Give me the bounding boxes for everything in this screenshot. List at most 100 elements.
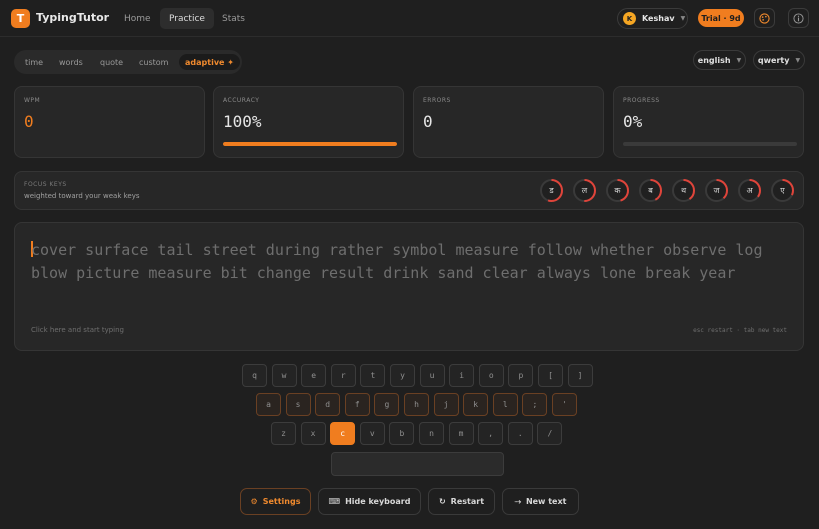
- top-bar: T TypingTutor Home Practice Stats K Kesh…: [0, 0, 819, 37]
- key[interactable]: .: [507, 422, 533, 445]
- focus-key: अ: [737, 178, 762, 203]
- progress-value: 0%: [623, 112, 643, 131]
- nav-home[interactable]: Home: [115, 8, 160, 29]
- key[interactable]: j: [433, 393, 459, 416]
- progress-label: PROGRESS: [623, 97, 660, 104]
- key[interactable]: ]: [567, 364, 593, 387]
- key[interactable]: q: [242, 364, 267, 387]
- mode-time[interactable]: time: [19, 54, 49, 70]
- wpm-label: WPM: [24, 97, 41, 104]
- key[interactable]: a: [256, 393, 281, 416]
- focus-key: ए: [770, 178, 795, 203]
- text-line-1-content: cover surface tail street during rather …: [31, 241, 763, 259]
- key[interactable]: e: [301, 364, 327, 387]
- new-text-button[interactable]: ⤑ New text: [502, 488, 579, 515]
- settings-button[interactable]: ⚙ Settings: [240, 488, 311, 515]
- mode-quote[interactable]: quote: [94, 54, 129, 70]
- restart-button[interactable]: ↻ Restart: [428, 488, 495, 515]
- settings-label: Settings: [262, 497, 301, 506]
- key[interactable]: h: [404, 393, 429, 416]
- mode-custom[interactable]: custom: [133, 54, 174, 70]
- key[interactable]: b: [389, 422, 415, 445]
- gear-icon: ⚙: [250, 497, 258, 506]
- hide-keyboard-label: Hide keyboard: [345, 497, 411, 506]
- key[interactable]: z: [271, 422, 296, 445]
- key[interactable]: w: [271, 364, 297, 387]
- key[interactable]: i: [449, 364, 475, 387]
- focus-key-char: थ: [680, 186, 687, 195]
- key[interactable]: o: [478, 364, 504, 387]
- typing-hint: Click here and start typing: [31, 326, 124, 334]
- focus-keys-subtitle: weighted toward your weak keys: [24, 192, 140, 200]
- language-value: english: [697, 55, 731, 65]
- keyboard-icon: ⌨: [328, 497, 341, 506]
- nav-practice[interactable]: Practice: [160, 8, 214, 29]
- app-name: TypingTutor: [36, 11, 110, 24]
- accuracy-bar-fill: [223, 142, 397, 146]
- key[interactable]: g: [374, 393, 400, 416]
- focus-key-char: ज: [713, 186, 720, 195]
- focus-key-char: ब: [648, 186, 653, 195]
- focus-key-char: क: [614, 186, 621, 195]
- key[interactable]: k: [463, 393, 489, 416]
- accuracy-label: ACCURACY: [223, 97, 260, 104]
- key[interactable]: m: [448, 422, 474, 445]
- layout-select[interactable]: qwerty ▼: [753, 50, 805, 70]
- wpm-value: 0: [24, 112, 34, 131]
- key[interactable]: y: [390, 364, 415, 387]
- arrow-right-icon: ⤑: [514, 496, 521, 506]
- key[interactable]: l: [492, 393, 518, 416]
- focus-key: ब: [638, 178, 663, 203]
- language-select[interactable]: english ▼: [693, 50, 746, 70]
- shortcut-hint: esc restart · tab new text: [693, 327, 787, 334]
- key[interactable]: s: [285, 393, 311, 416]
- accuracy-value: 100%: [223, 112, 262, 131]
- key[interactable]: ;: [522, 393, 548, 416]
- focus-key: थ: [671, 178, 696, 203]
- focus-key: ज: [704, 178, 729, 203]
- key[interactable]: /: [537, 422, 563, 445]
- key[interactable]: u: [419, 364, 445, 387]
- chevron-down-icon: ▼: [680, 15, 686, 22]
- focus-keys-panel: FOCUS KEYS weighted toward your weak key…: [14, 171, 804, 210]
- errors-card: ERRORS 0: [413, 86, 604, 158]
- key[interactable]: ,: [478, 422, 504, 445]
- focus-key: क: [605, 178, 630, 203]
- typing-text: cover surface tail street during rather …: [31, 239, 791, 285]
- new-text-label: New text: [525, 497, 567, 506]
- key[interactable]: f: [344, 393, 370, 416]
- key[interactable]: d: [315, 393, 341, 416]
- user-menu[interactable]: K Keshav ▼: [617, 8, 688, 29]
- chevron-down-icon: ▼: [736, 56, 742, 64]
- nav-stats[interactable]: Stats: [213, 8, 254, 29]
- key[interactable]: r: [330, 364, 356, 387]
- key[interactable]: p: [508, 364, 534, 387]
- key[interactable]: v: [359, 422, 385, 445]
- key[interactable]: ': [552, 393, 577, 416]
- key[interactable]: x: [300, 422, 326, 445]
- focus-key-char: ड: [549, 186, 554, 195]
- info-icon[interactable]: [788, 8, 809, 28]
- key[interactable]: t: [360, 364, 386, 387]
- typing-area[interactable]: cover surface tail street during rather …: [14, 222, 804, 351]
- text-line-2: blow picture measure bit change result d…: [31, 264, 736, 282]
- key[interactable]: c: [330, 422, 356, 445]
- mode-selector: time words quote custom adaptive ✦: [14, 50, 242, 74]
- progress-card: PROGRESS 0%: [613, 86, 804, 158]
- focus-key-char: अ: [746, 186, 753, 195]
- palette-icon[interactable]: [754, 8, 775, 28]
- accuracy-bar: [223, 142, 397, 146]
- focus-key: ल: [572, 178, 597, 203]
- chevron-down-icon: ▼: [795, 56, 801, 64]
- mode-adaptive[interactable]: adaptive ✦: [179, 54, 240, 70]
- trial-badge[interactable]: Trial · 9d: [698, 9, 744, 27]
- space-key[interactable]: [331, 452, 504, 476]
- key[interactable]: n: [419, 422, 444, 445]
- restart-icon: ↻: [438, 497, 446, 506]
- avatar: K: [623, 12, 636, 25]
- progress-bar: [623, 142, 797, 146]
- wpm-card: WPM 0: [14, 86, 205, 158]
- hide-keyboard-button[interactable]: ⌨ Hide keyboard: [318, 488, 421, 515]
- mode-words[interactable]: words: [53, 54, 89, 70]
- key[interactable]: [: [538, 364, 563, 387]
